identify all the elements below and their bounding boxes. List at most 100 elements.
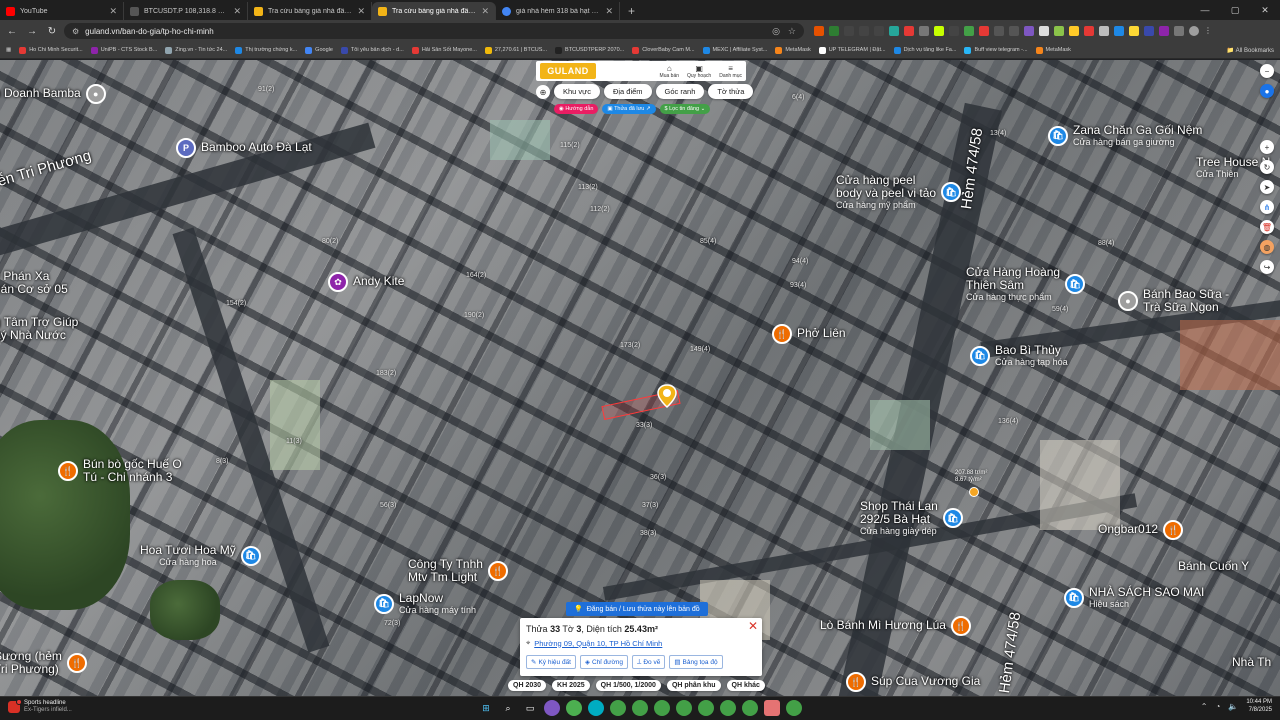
all-bookmarks-button[interactable]: 📁 All Bookmarks [1227, 47, 1274, 54]
chrome-icon[interactable] [786, 700, 802, 716]
minimize-icon[interactable]: — [1190, 0, 1220, 20]
extension-icon[interactable] [874, 26, 884, 36]
filter-parcel-sheet[interactable]: Tờ thửa [708, 84, 754, 99]
plan-other[interactable]: QH khác [726, 680, 765, 691]
chrome-icon[interactable] [698, 700, 714, 716]
poi[interactable]: 🛍 Zana Chăn Ga Gối Nệm Cửa hàng bán ga giư… [1048, 123, 1202, 147]
chrome-icon[interactable] [610, 700, 626, 716]
guland-logo[interactable]: GULAND [540, 63, 596, 79]
task-view-icon[interactable]: ▭ [522, 700, 538, 716]
measure-button[interactable]: ⟂ Đo vẽ [632, 655, 666, 669]
extension-icon[interactable] [1144, 26, 1154, 36]
wifi-icon[interactable]: ◔ [1216, 702, 1221, 711]
close-icon[interactable]: ✕ [748, 619, 758, 633]
bookmark-item[interactable]: CloverBaby Cam M... [632, 46, 695, 54]
poi[interactable]: 🛍 Bao Bì Thủy Cửa hàng tạp hóa [970, 343, 1068, 367]
poi[interactable]: Sương (hẻm Tri Phương) 🍴 [0, 649, 87, 676]
poi[interactable]: 🍴 Bún bò gốc Huế O Tú - Chi nhánh 3 [58, 457, 182, 484]
tab-guland-active[interactable]: Tra cứu bảng giá nhà đất Thành ✕ [372, 2, 496, 20]
menu-buy-sell[interactable]: ⌂ Mua bán [660, 64, 679, 79]
bookmark-item[interactable]: MetaMask [775, 46, 811, 54]
menu-planning[interactable]: ▣ Quy hoạch [687, 64, 711, 79]
poi[interactable]: Cửa hàng peel body và peel vi tảo Cửa hàng… [836, 173, 962, 210]
plan-2030[interactable]: QH 2030 [508, 680, 547, 691]
price-tag[interactable]: 207.88 tr/m² 8.67 tỷ/m² [955, 470, 987, 484]
chrome-active-icon[interactable] [764, 700, 780, 716]
plan-2025[interactable]: KH 2025 [552, 680, 590, 691]
extension-icon[interactable] [994, 26, 1004, 36]
extension-icon[interactable] [904, 26, 914, 36]
extension-icon[interactable] [829, 26, 839, 36]
chrome-icon[interactable] [720, 700, 736, 716]
forward-icon[interactable]: → [24, 23, 40, 39]
land-symbol-button[interactable]: ✎ Ký hiệu đất [526, 655, 576, 669]
menu-catalog[interactable]: ≡ Danh mục [719, 64, 742, 79]
bookmark-item[interactable]: Ho Chi Minh Securit... [19, 46, 83, 54]
poi[interactable]: ỳ Phán Xahán Cơ sở 05 [0, 269, 68, 296]
news-widget[interactable]: Sports headline Ex-Tigers infield... [8, 699, 72, 714]
zoom-in-icon[interactable]: + [1260, 140, 1274, 154]
clock[interactable]: 10:44 PM 7/8/2025 [1246, 699, 1272, 715]
filter-listings-chip[interactable]: $ Lọc tin đăng ⌄ [659, 104, 711, 114]
poi[interactable]: Shop Thái Lan 292/5 Bà Hạt Cửa hàng giày d… [860, 499, 963, 536]
poi[interactable]: ● Bánh Bao Sữa - Trà Sữa Ngon [1118, 287, 1229, 314]
poi[interactable]: Nhà Th [1232, 655, 1271, 669]
close-tab-icon[interactable]: ✕ [481, 6, 489, 17]
layers-icon[interactable]: ◍ [1260, 240, 1274, 254]
chrome-icon[interactable] [566, 700, 582, 716]
more-menu-icon[interactable]: ⋮ [1204, 26, 1214, 36]
address-bar[interactable]: ⚙ guland.vn/ban-do-gia/tp-ho-chi-minh ◎ … [64, 23, 804, 39]
bookmark-item[interactable]: Thị trường chứng k... [235, 46, 297, 54]
extension-icon[interactable] [1039, 26, 1049, 36]
bookmark-item[interactable]: Buff view telegram -... [964, 46, 1028, 54]
extension-icon[interactable] [859, 26, 869, 36]
bookmark-item[interactable]: MetaMask [1035, 46, 1071, 54]
pegman-icon[interactable]: ● [1260, 84, 1274, 98]
forward-arrow-icon[interactable]: ↪ [1260, 260, 1274, 274]
apps-icon[interactable]: ▦ [6, 47, 11, 53]
tab-guland-1[interactable]: Tra cứu bảng giá nhà đất Xã Tà ✕ [248, 2, 372, 20]
chrome-icon[interactable] [676, 700, 692, 716]
plan-zoning[interactable]: QH phân khu [666, 680, 721, 691]
extension-icon[interactable] [1024, 26, 1034, 36]
extensions-puzzle-icon[interactable] [1174, 26, 1184, 36]
extension-icon[interactable] [1159, 26, 1169, 36]
directions-button[interactable]: ◈ Chỉ đường [579, 655, 629, 669]
bookmark-item[interactable]: Google [305, 46, 333, 54]
copilot-icon[interactable] [544, 700, 560, 716]
close-tab-icon[interactable]: ✕ [357, 6, 365, 17]
site-info-icon[interactable]: ⚙ [72, 27, 79, 36]
extension-icon[interactable] [889, 26, 899, 36]
poi[interactable]: ✿ Andy Kite [328, 272, 404, 292]
filter-corner[interactable]: Góc ranh [655, 84, 705, 99]
reload-icon[interactable]: ↻ [44, 23, 60, 39]
bookmark-item[interactable]: Tôi yêu bản dịch - d... [340, 46, 404, 54]
extension-icon[interactable] [934, 26, 944, 36]
satellite-map[interactable]: 91(2) 115(2) 113(2) 112(2) 80(2) 164(2) … [0, 60, 1280, 696]
bookmark-item[interactable]: BTCUSDTPERP 2070... [555, 46, 624, 54]
guide-chip[interactable]: ◉ Hướng dẫn [554, 104, 599, 114]
parcel-address[interactable]: ⌖ Phường 09, Quận 10, TP Hồ Chí Minh [526, 638, 756, 648]
new-tab-button[interactable]: + [620, 2, 643, 20]
tab-youtube[interactable]: YouTube ✕ [0, 2, 124, 20]
close-tab-icon[interactable]: ✕ [605, 6, 613, 17]
close-tab-icon[interactable]: ✕ [109, 6, 117, 17]
extension-icon[interactable] [964, 26, 974, 36]
poi[interactable]: 🍴 Phở Liên [772, 324, 846, 344]
poi[interactable]: Bánh Cuốn Y [1178, 559, 1249, 573]
close-tab-icon[interactable]: ✕ [233, 6, 241, 17]
zoom-out-icon[interactable]: − [1260, 64, 1274, 78]
poi[interactable]: g Tâm Trợ Giúp Lý Nhà Nước [0, 315, 78, 342]
poi[interactable]: P Bamboo Auto Đà Lạt [176, 138, 312, 158]
poi[interactable]: 🍴 Súp Cua Vương Gia [846, 672, 980, 692]
poi[interactable]: Cửa Hàng Hoàng Thiên Sâm Cửa hàng thực phẩ… [966, 265, 1086, 302]
poi[interactable]: 🛍 NHÀ SÁCH SAO MAI Hiệu sách [1064, 585, 1204, 609]
saved-parcels-chip[interactable]: ▣ Thửa đã lưu ↗ [602, 104, 656, 114]
bookmark-item[interactable]: UP TELEGRAM | Đặt... [818, 46, 886, 54]
windows-start-icon[interactable]: ⊞ [478, 700, 494, 716]
bookmark-item[interactable]: Zing.vn - Tin tức 24... [165, 46, 227, 54]
close-window-icon[interactable]: ✕ [1250, 0, 1280, 20]
coordinates-table-button[interactable]: ▤ Bảng tọa độ [669, 655, 723, 669]
extension-icon[interactable] [1084, 26, 1094, 36]
tab-google-search[interactable]: giá nhà hẻm 318 bà hạt quận 1 ✕ [496, 2, 620, 20]
